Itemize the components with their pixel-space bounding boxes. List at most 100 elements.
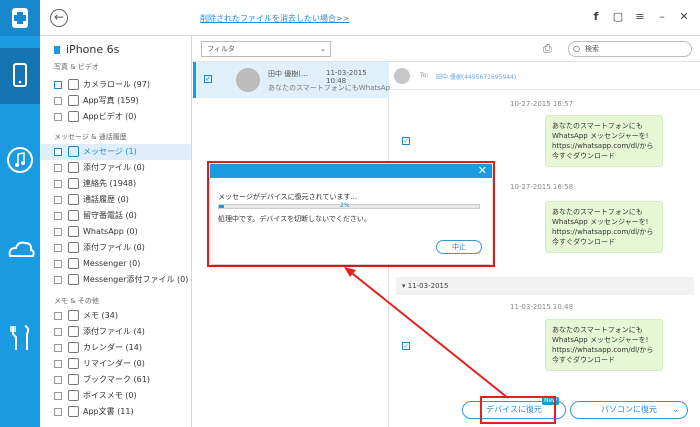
- message-timestamp: 11-03-2015 10:48: [510, 303, 574, 311]
- sidebar-item-contacts[interactable]: 連絡先 (1948): [40, 176, 191, 192]
- cloud-icon: [8, 241, 35, 257]
- device-label: iPhone 6s: [66, 43, 120, 56]
- message-checkbox[interactable]: ✓: [402, 137, 410, 145]
- chat-icon[interactable]: ▢: [612, 10, 624, 23]
- item-label: App文書 (11): [83, 407, 134, 416]
- contacts-icon: [68, 178, 79, 189]
- checkbox[interactable]: [54, 227, 62, 236]
- item-label: メッセージ (1): [83, 147, 137, 156]
- minimize-icon[interactable]: –: [656, 10, 668, 23]
- item-label: カレンダー (14): [83, 343, 142, 352]
- contact-name: 田中 優樹(…: [268, 70, 308, 78]
- sidebar-item-whatsapp-attachments[interactable]: 添付ファイル (0): [40, 240, 191, 256]
- day-separator: ▾ 11-03-2015: [396, 277, 694, 295]
- section-title: 写真 & ビデオ: [54, 63, 99, 71]
- cancel-button[interactable]: 中止: [436, 240, 482, 254]
- phone-icon: [13, 63, 27, 87]
- conversation-item[interactable]: ✓ 田中 優樹(… 11-03-2015 10:48 あなたのスマートフォンにも…: [193, 62, 402, 98]
- day-label: 11-03-2015: [407, 282, 449, 290]
- avatar: [394, 68, 410, 84]
- message-checkbox[interactable]: ✓: [402, 342, 410, 350]
- item-label: ボイスメモ (0): [83, 391, 137, 400]
- printer-icon[interactable]: ⎙: [543, 42, 552, 56]
- checkbox[interactable]: [54, 211, 62, 220]
- nav-device[interactable]: [0, 48, 40, 104]
- checkbox[interactable]: [54, 96, 62, 105]
- item-label: ブックマーク (61): [83, 375, 150, 384]
- app-logo: [0, 0, 40, 36]
- checkbox[interactable]: [54, 163, 62, 172]
- attachment-icon: [68, 242, 79, 253]
- checkbox[interactable]: [54, 359, 62, 368]
- item-label: 通話履歴 (0): [83, 195, 129, 204]
- checkbox[interactable]: [54, 179, 62, 188]
- item-label: カメラロール (97): [83, 80, 150, 89]
- avatar: [236, 68, 260, 92]
- sidebar-item-note-attachments[interactable]: 添付ファイル (4): [40, 324, 191, 340]
- chevron-down-icon: ⌄: [320, 45, 326, 53]
- checkbox[interactable]: [54, 407, 62, 416]
- checkbox[interactable]: [54, 391, 62, 400]
- item-label: 添付ファイル (0): [83, 243, 145, 252]
- checkbox[interactable]: [54, 343, 62, 352]
- document-icon: [68, 406, 79, 417]
- dialog-header: ✕: [210, 164, 492, 178]
- sidebar-item-call-history[interactable]: 通話履歴 (0): [40, 192, 191, 208]
- sidebar-item-camera-roll[interactable]: カメラロール (97): [40, 77, 191, 93]
- checkbox[interactable]: [54, 311, 62, 320]
- filter-dropdown[interactable]: フィルタ ⌄: [201, 41, 331, 57]
- back-button[interactable]: ←: [50, 9, 68, 27]
- search-input[interactable]: ○ 検索: [568, 41, 692, 57]
- category-sidebar: iPhone 6s 写真 & ビデオ カメラロール (97) App写真 (15…: [40, 36, 192, 427]
- message-icon: [68, 146, 79, 157]
- checkbox[interactable]: [54, 195, 62, 204]
- item-label: メモ (34): [83, 311, 118, 320]
- device-name: iPhone 6s: [54, 43, 119, 56]
- sidebar-item-notes[interactable]: メモ (34): [40, 308, 191, 324]
- checkbox[interactable]: [54, 243, 62, 252]
- item-label: Messenger添付ファイル (0): [83, 275, 189, 284]
- close-icon[interactable]: ✕: [478, 164, 487, 178]
- sidebar-item-messages[interactable]: メッセージ (1): [40, 144, 191, 160]
- checkbox[interactable]: [54, 275, 62, 284]
- delete-files-link[interactable]: 削除されたファイルを消去したい場合>>: [200, 13, 349, 24]
- sidebar-item-bookmarks[interactable]: ブックマーク (61): [40, 372, 191, 388]
- checkbox[interactable]: [54, 259, 62, 268]
- item-label: 連絡先 (1948): [83, 179, 137, 188]
- nav-cloud[interactable]: [0, 222, 40, 278]
- sidebar-item-reminders[interactable]: リマインダー (0): [40, 356, 191, 372]
- nav-tools[interactable]: [0, 310, 40, 366]
- checkbox[interactable]: [54, 327, 62, 336]
- restore-to-pc-button[interactable]: パソコンに復元 ⌄: [570, 401, 688, 419]
- checkbox[interactable]: [54, 112, 62, 121]
- item-label: 添付ファイル (4): [83, 327, 145, 336]
- sidebar-item-message-attachments[interactable]: 添付ファイル (0): [40, 160, 191, 176]
- photo-icon: [68, 95, 79, 106]
- close-icon[interactable]: ✕: [678, 10, 690, 23]
- sidebar-item-voice-memos[interactable]: ボイスメモ (0): [40, 388, 191, 404]
- sidebar-item-messenger-attachments[interactable]: Messenger添付ファイル (0): [40, 272, 191, 288]
- menu-icon[interactable]: ≡: [634, 10, 646, 23]
- sidebar-item-whatsapp[interactable]: WhatsApp (0): [40, 224, 191, 240]
- sidebar-item-calendar[interactable]: カレンダー (14): [40, 340, 191, 356]
- checkbox[interactable]: [54, 80, 62, 89]
- checkbox[interactable]: [54, 147, 62, 156]
- messenger-icon: [68, 258, 79, 269]
- item-label: リマインダー (0): [83, 359, 145, 368]
- progress-fill: [219, 205, 225, 208]
- facebook-icon[interactable]: f: [590, 10, 602, 23]
- attachment-icon: [68, 326, 79, 337]
- nav-music[interactable]: [0, 132, 40, 188]
- message-timestamp: 10-27-2015 16:58: [510, 183, 574, 191]
- sidebar-item-messenger[interactable]: Messenger (0): [40, 256, 191, 272]
- arrow-left-icon: ←: [53, 10, 65, 24]
- checkbox[interactable]: ✓: [204, 75, 212, 83]
- checkbox[interactable]: [54, 375, 62, 384]
- sidebar-item-app-photos[interactable]: App写真 (159): [40, 93, 191, 109]
- sidebar-item-app-videos[interactable]: Appビデオ (0): [40, 109, 191, 125]
- sidebar-item-app-documents[interactable]: App文書 (11): [40, 404, 191, 420]
- notes-icon: [68, 310, 79, 321]
- sidebar-item-voicemail[interactable]: 留守番電話 (0): [40, 208, 191, 224]
- bookmark-icon: [68, 374, 79, 385]
- video-icon: [68, 111, 79, 122]
